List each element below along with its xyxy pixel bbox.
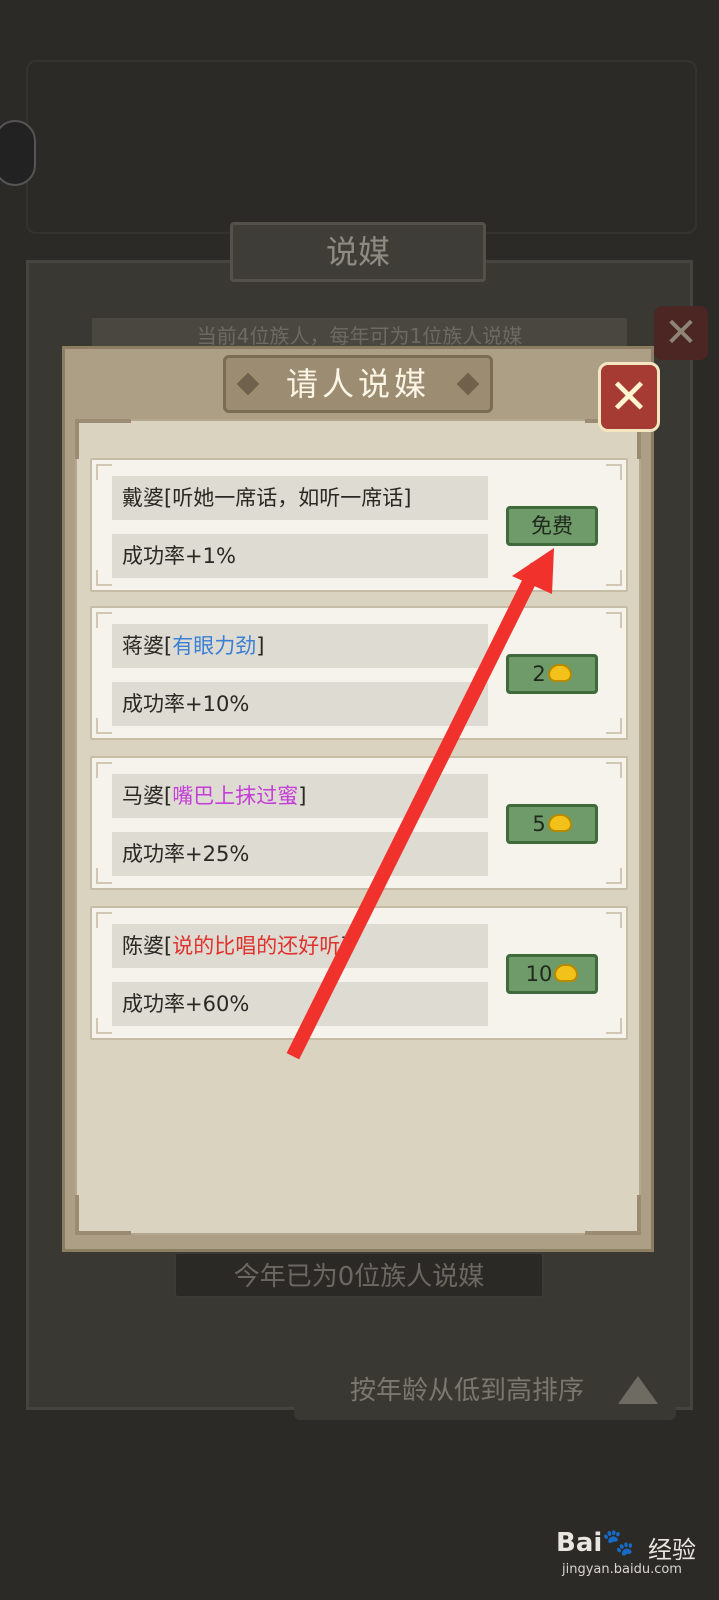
baidu-jingyan-watermark: Bai🐾 经验 jingyan.baidu.com bbox=[556, 1522, 716, 1582]
annotation-arrow bbox=[286, 548, 554, 1060]
watermark-cn: 经验 bbox=[648, 1536, 696, 1564]
watermark-url: jingyan.baidu.com bbox=[562, 1562, 682, 1577]
watermark-brand: Bai🐾 bbox=[556, 1528, 635, 1558]
paw-icon: 🐾 bbox=[602, 1528, 635, 1558]
